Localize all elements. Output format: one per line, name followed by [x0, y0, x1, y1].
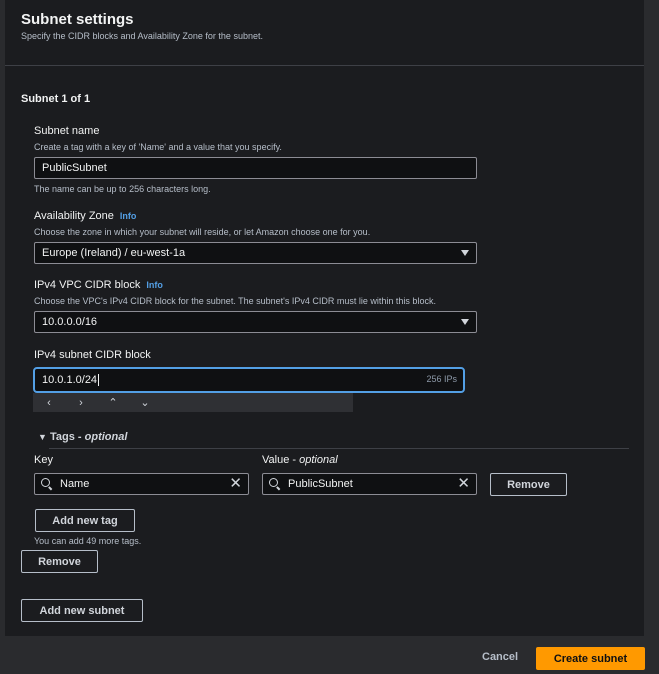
availability-zone-label: Availability Zone Info: [34, 210, 136, 222]
vpc-cidr-info-link[interactable]: Info: [146, 280, 163, 290]
tags-heading: Tags: [49, 431, 75, 443]
add-new-subnet-button[interactable]: Add new subnet: [21, 599, 143, 622]
subnet-cidr-label: IPv4 subnet CIDR block: [34, 349, 151, 361]
chevron-left-icon[interactable]: ‹: [33, 397, 65, 409]
tag-value-optional-label: optional: [299, 454, 338, 466]
remove-tag-button[interactable]: Remove: [490, 473, 567, 496]
tags-divider: [49, 448, 629, 449]
tag-value-value: PublicSubnet: [288, 478, 353, 490]
tag-value-input[interactable]: PublicSubnet ✕: [262, 473, 477, 495]
tags-optional-label: optional: [84, 431, 128, 443]
search-icon: [41, 478, 50, 487]
caret-down-icon: [461, 250, 469, 256]
page-subtitle: Specify the CIDR blocks and Availability…: [21, 31, 263, 41]
tag-key-input[interactable]: Name ✕: [34, 473, 249, 495]
cancel-button[interactable]: Cancel: [482, 651, 518, 663]
panel-header: Subnet settings Specify the CIDR blocks …: [5, 0, 644, 66]
availability-zone-value: Europe (Ireland) / eu-west-1a: [42, 247, 186, 259]
remove-subnet-button[interactable]: Remove: [21, 550, 98, 573]
clear-icon[interactable]: ✕: [457, 476, 470, 491]
subnet-name-value: PublicSubnet: [42, 162, 107, 174]
availability-zone-info-link[interactable]: Info: [120, 211, 137, 221]
cidr-stepper-toolbar: ‹ › ⌃ ⌄: [33, 393, 353, 412]
chevron-down-icon[interactable]: ⌄: [129, 396, 161, 409]
subnet-name-input[interactable]: PublicSubnet: [34, 157, 477, 179]
ip-count-label: 256 IPs: [426, 374, 457, 384]
tag-key-value: Name: [60, 478, 90, 490]
vpc-cidr-value: 10.0.0.0/16: [42, 316, 98, 328]
page-title: Subnet settings: [21, 11, 134, 28]
text-cursor: [98, 374, 100, 386]
subnet-name-label: Subnet name: [34, 125, 100, 137]
subnet-heading: Subnet 1 of 1: [21, 93, 91, 105]
tags-section-toggle[interactable]: ▼ Tags - optional: [38, 431, 127, 443]
availability-zone-select[interactable]: Europe (Ireland) / eu-west-1a: [34, 242, 477, 264]
caret-down-icon: ▼: [38, 432, 47, 442]
vpc-cidr-label-text: IPv4 VPC CIDR block: [34, 279, 141, 291]
chevron-right-icon[interactable]: ›: [65, 397, 97, 409]
subnet-name-description: Create a tag with a key of 'Name' and a …: [34, 142, 282, 152]
subnet-cidr-input[interactable]: 10.0.1.0/24 256 IPs: [33, 367, 465, 393]
subnet-name-hint: The name can be up to 256 characters lon…: [34, 184, 211, 194]
create-subnet-button[interactable]: Create subnet: [536, 647, 645, 670]
clear-icon[interactable]: ✕: [229, 476, 242, 491]
vpc-cidr-select[interactable]: 10.0.0.0/16: [34, 311, 477, 333]
tags-limit-text: You can add 49 more tags.: [34, 536, 142, 546]
availability-zone-label-text: Availability Zone: [34, 210, 114, 222]
vpc-cidr-label: IPv4 VPC CIDR block Info: [34, 279, 163, 291]
tag-value-label-text: Value: [262, 454, 290, 466]
subnet-settings-panel: Subnet settings Specify the CIDR blocks …: [5, 0, 644, 636]
tag-value-label: Value - optional: [262, 454, 338, 466]
search-icon: [269, 478, 278, 487]
add-new-tag-button[interactable]: Add new tag: [35, 509, 135, 532]
caret-down-icon: [461, 319, 469, 325]
availability-zone-description: Choose the zone in which your subnet wil…: [34, 227, 371, 237]
tag-key-label: Key: [34, 454, 53, 466]
chevron-up-icon[interactable]: ⌃: [97, 396, 129, 409]
vpc-cidr-description: Choose the VPC's IPv4 CIDR block for the…: [34, 296, 436, 306]
subnet-cidr-value: 10.0.1.0/24: [42, 374, 98, 386]
